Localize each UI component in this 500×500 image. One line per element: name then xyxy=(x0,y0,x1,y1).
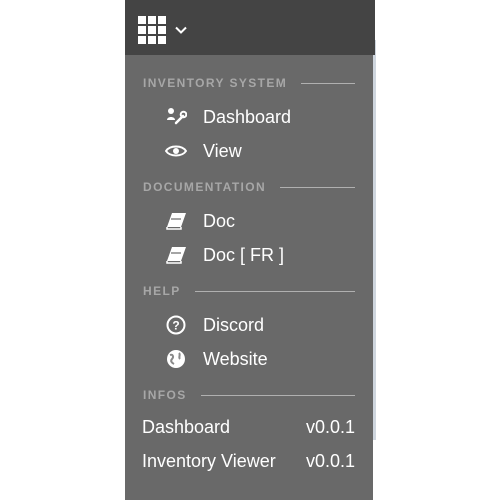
divider xyxy=(280,186,355,188)
apps-grid-icon xyxy=(138,16,166,44)
section-title: INFOS xyxy=(143,388,187,402)
section-header-infos: INFOS xyxy=(143,387,355,403)
info-name: Inventory Viewer xyxy=(142,450,276,471)
book-icon xyxy=(165,211,187,231)
divider xyxy=(301,82,355,84)
section-title: INVENTORY SYSTEM xyxy=(143,76,288,90)
section-title: HELP xyxy=(143,284,181,298)
globe-icon xyxy=(165,349,187,369)
section-header-help: HELP xyxy=(143,283,355,299)
apps-menu-button[interactable] xyxy=(138,13,198,47)
divider xyxy=(194,290,355,292)
section-header-documentation: DOCUMENTATION xyxy=(143,179,355,195)
menu-item-doc-fr[interactable]: Doc [ FR ] xyxy=(165,241,284,269)
menu-item-view[interactable]: View xyxy=(165,137,242,165)
menu-item-website[interactable]: Website xyxy=(165,345,268,373)
chevron-down-icon xyxy=(175,26,187,34)
info-row-inventory-viewer: Inventory Viewer v0.0.1 xyxy=(142,448,355,474)
menu-item-label: Doc xyxy=(203,210,236,231)
question-circle-icon: ? xyxy=(165,315,187,335)
book-icon xyxy=(165,245,187,265)
info-version: v0.0.1 xyxy=(305,416,355,437)
section-title: DOCUMENTATION xyxy=(143,180,267,194)
menu-item-label: Doc [ FR ] xyxy=(203,244,285,265)
menu-item-label: Dashboard xyxy=(203,106,292,127)
info-version: v0.0.1 xyxy=(305,450,355,471)
menu-item-label: Discord xyxy=(203,314,265,335)
svg-text:?: ? xyxy=(172,319,179,333)
divider xyxy=(200,394,355,396)
menu-item-discord[interactable]: ? Discord xyxy=(165,311,264,339)
menu-item-label: View xyxy=(203,140,242,161)
menu-item-label: Website xyxy=(203,348,268,369)
menu-item-dashboard[interactable]: Dashboard xyxy=(165,103,291,131)
dropdown-menu: INVENTORY SYSTEM Dashboard View DOCUMENT… xyxy=(125,55,373,500)
tools-icon xyxy=(165,107,187,127)
eye-icon xyxy=(165,141,187,161)
section-header-inventory-system: INVENTORY SYSTEM xyxy=(143,75,355,91)
menu-item-doc[interactable]: Doc xyxy=(165,207,235,235)
info-name: Dashboard xyxy=(142,416,231,437)
info-row-dashboard: Dashboard v0.0.1 xyxy=(142,414,355,440)
